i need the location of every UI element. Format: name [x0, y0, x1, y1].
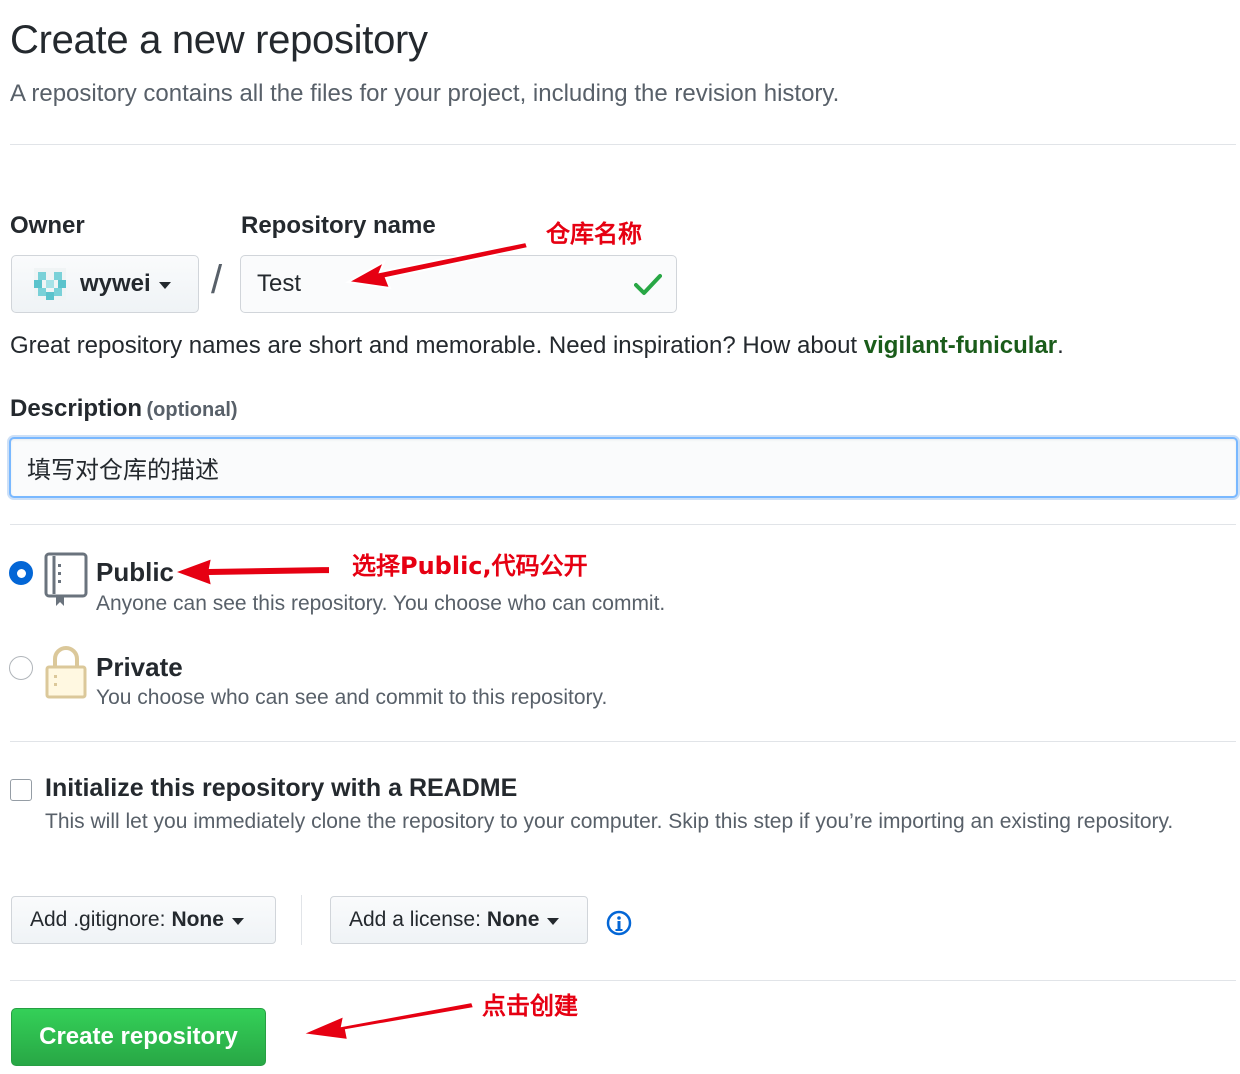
page-title: Create a new repository — [10, 18, 428, 62]
gitignore-label: Add .gitignore: — [30, 908, 166, 931]
user-avatar-icon — [34, 268, 66, 300]
owner-label: Owner — [10, 212, 85, 239]
arrow-icon — [171, 556, 331, 588]
private-option-desc: You choose who can see and commit to thi… — [96, 686, 608, 709]
hint-end: . — [1057, 332, 1064, 359]
arrow-icon — [298, 1000, 476, 1042]
public-radio[interactable] — [9, 561, 33, 585]
repo-name-hint: Great repository names are short and mem… — [10, 332, 1064, 360]
info-icon[interactable] — [606, 910, 632, 936]
readme-title: Initialize this repository with a README — [45, 774, 518, 802]
lock-icon — [45, 646, 87, 699]
gitignore-value: None — [171, 908, 224, 931]
page-subtitle: A repository contains all the files for … — [10, 80, 840, 107]
readme-checkbox[interactable] — [10, 779, 32, 801]
readme-desc: This will let you immediately clone the … — [45, 810, 1174, 833]
license-select-button[interactable]: Add a license: None — [330, 896, 588, 944]
license-value: None — [486, 908, 540, 931]
header-divider — [10, 144, 1236, 145]
description-input[interactable] — [9, 437, 1238, 498]
repo-book-icon — [44, 552, 88, 606]
footer-divider — [10, 980, 1236, 981]
description-label: Description (optional) — [10, 395, 238, 423]
visibility-divider — [10, 741, 1236, 742]
description-divider — [10, 524, 1236, 525]
owner-select-button[interactable]: wywei — [11, 255, 199, 313]
name-suggestion-link[interactable]: vigilant-funicular — [864, 332, 1057, 359]
public-option-desc: Anyone can see this repository. You choo… — [96, 592, 666, 615]
annotation-create: 点击创建 — [482, 992, 578, 1020]
hint-text: Great repository names are short and mem… — [10, 332, 864, 359]
chevron-down-icon — [158, 282, 171, 289]
gitignore-select-button[interactable]: Add .gitignore: None — [11, 896, 276, 944]
create-repository-button[interactable]: Create repository — [11, 1008, 266, 1066]
arrow-icon — [344, 240, 530, 290]
annotation-public: 选择Public,代码公开 — [352, 552, 588, 580]
owner-repo-separator: / — [211, 258, 223, 302]
repository-name-value: Test — [257, 270, 302, 297]
optional-tag: (optional) — [146, 399, 238, 421]
check-icon — [634, 274, 662, 295]
license-label: Add a license: — [349, 908, 481, 931]
private-radio[interactable] — [9, 656, 33, 680]
select-separator — [301, 895, 302, 945]
description-label-text: Description — [10, 395, 143, 422]
owner-name: wywei — [80, 270, 151, 297]
annotation-repo-name: 仓库名称 — [546, 220, 642, 248]
chevron-down-icon — [547, 918, 560, 925]
public-option-title: Public — [96, 557, 175, 587]
private-option-title: Private — [96, 652, 183, 682]
chevron-down-icon — [231, 918, 244, 925]
